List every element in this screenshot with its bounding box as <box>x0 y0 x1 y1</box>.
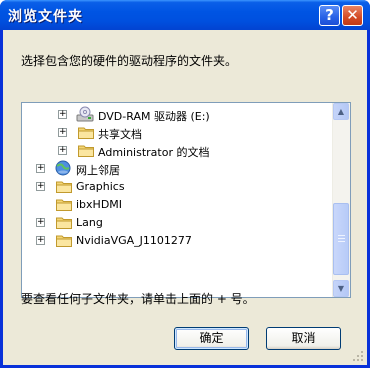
vertical-scrollbar[interactable]: ▲ ▼ <box>332 103 350 297</box>
expand-toggle[interactable]: + <box>36 164 45 173</box>
grip-line <box>338 235 345 236</box>
folder-tree[interactable]: + DVD-RAM 驱动器 (E:) + 共享文档 + Administrato… <box>21 102 351 298</box>
expand-toggle[interactable]: + <box>58 146 67 155</box>
tree-item-label: DVD-RAM 驱动器 (E:) <box>98 110 210 123</box>
scroll-down-button[interactable]: ▼ <box>333 280 349 297</box>
help-button[interactable]: ? <box>319 5 340 26</box>
tree-item-label: Graphics <box>76 180 125 193</box>
expand-toggle[interactable]: + <box>36 182 45 191</box>
tree-item-label: NvidiaVGA_J1101277 <box>76 234 192 247</box>
expand-toggle[interactable]: + <box>36 236 45 245</box>
folder-icon <box>56 199 72 211</box>
folder-icon <box>56 181 72 193</box>
prompt-text: 选择包含您的硬件的驱动程序的文件夹。 <box>21 54 238 68</box>
dvd-drive-icon <box>76 106 94 122</box>
title-bar[interactable]: 浏览文件夹 ? ✕ <box>0 0 370 30</box>
folder-icon <box>78 145 94 157</box>
cancel-button[interactable]: 取消 <box>266 327 341 350</box>
close-button[interactable]: ✕ <box>342 5 363 26</box>
dialog-body: 选择包含您的硬件的驱动程序的文件夹。 + DVD-RAM 驱动器 (E:) + <box>3 30 367 365</box>
scroll-up-button[interactable]: ▲ <box>333 103 349 120</box>
tree-item-label: Administrator 的文档 <box>98 146 210 159</box>
expand-toggle[interactable]: + <box>58 110 67 119</box>
tree-item-label: Lang <box>76 216 103 229</box>
scroll-thumb[interactable] <box>333 203 349 275</box>
tree-item-label: 网上邻居 <box>76 164 120 177</box>
resize-grip-icon[interactable] <box>352 350 364 362</box>
folder-icon <box>78 127 94 139</box>
tree-item-label: ibxHDMI <box>76 198 123 211</box>
window-title: 浏览文件夹 <box>8 9 83 25</box>
expand-toggle[interactable]: + <box>58 128 67 137</box>
network-icon <box>55 160 71 176</box>
grip-line <box>338 241 345 242</box>
grip-line <box>338 238 345 239</box>
browse-folder-dialog: 浏览文件夹 ? ✕ 选择包含您的硬件的驱动程序的文件夹。 + DVD-RAM 驱… <box>0 0 370 368</box>
ok-button[interactable]: 确定 <box>174 327 249 350</box>
expand-toggle[interactable]: + <box>36 218 45 227</box>
folder-icon <box>56 217 72 229</box>
tree-item-label: 共享文档 <box>98 128 142 141</box>
folder-icon <box>56 235 72 247</box>
hint-text: 要查看任何子文件夹，请单击上面的 + 号。 <box>21 292 255 306</box>
